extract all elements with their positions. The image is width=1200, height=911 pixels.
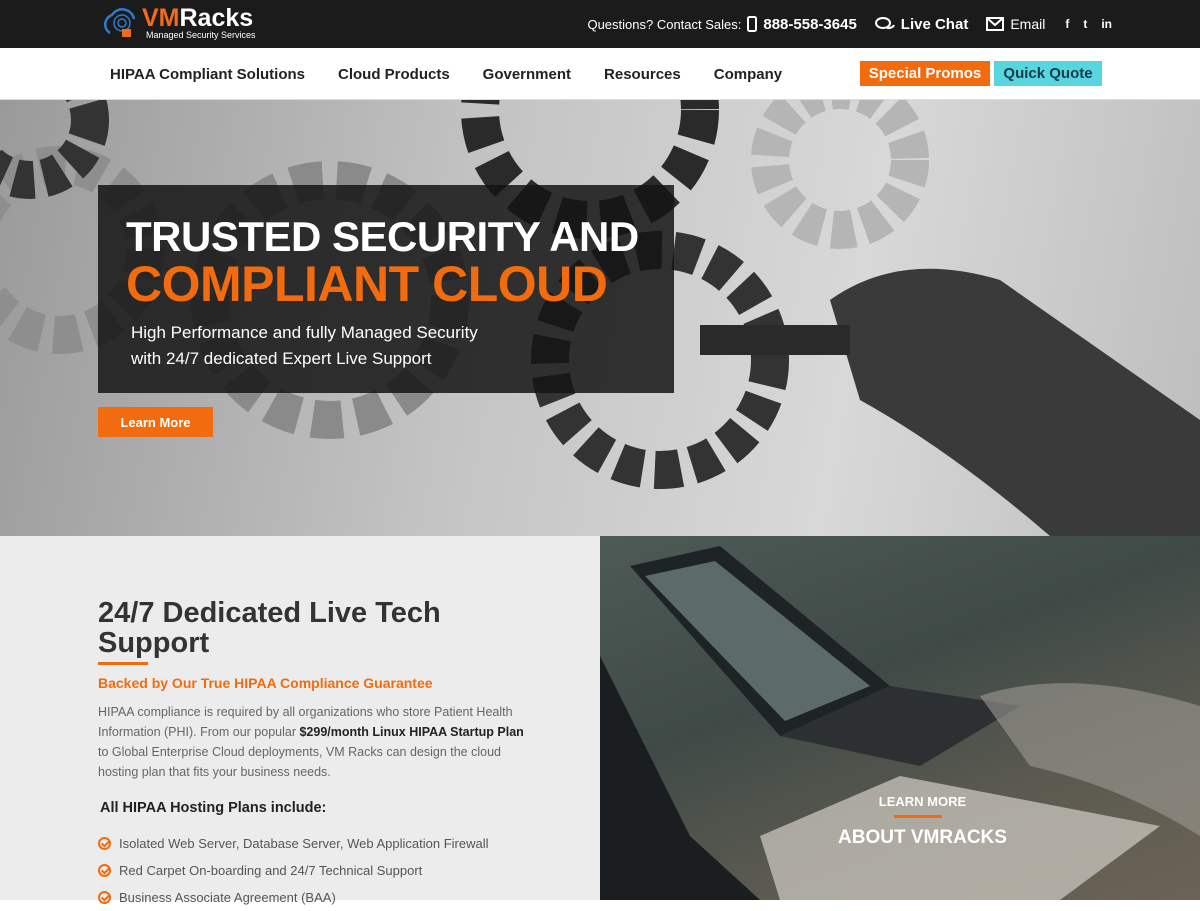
hero-text-box: TRUSTED SECURITY AND COMPLIANT CLOUD Hig… — [98, 185, 674, 393]
email-link[interactable]: Email — [1010, 16, 1045, 32]
facebook-icon[interactable]: f — [1065, 17, 1069, 31]
support-tagline: Backed by Our True HIPAA Compliance Guar… — [98, 675, 433, 691]
list-item-label: Red Carpet On-boarding and 24/7 Technica… — [119, 863, 423, 878]
linkedin-icon[interactable]: in — [1101, 17, 1112, 31]
hero-banner: TRUSTED SECURITY AND COMPLIANT CLOUD Hig… — [0, 100, 1200, 536]
fingerprint-cloud-icon — [103, 8, 136, 37]
includes-list: Isolated Web Server, Database Server, We… — [98, 830, 488, 911]
check-icon — [98, 837, 111, 850]
support-section: 24/7 Dedicated Live Tech Support Backed … — [0, 536, 600, 905]
learn-more-button[interactable]: Learn More — [98, 407, 213, 437]
para-bold: $299/month Linux HIPAA Startup Plan — [299, 725, 524, 739]
about-underline — [894, 815, 942, 818]
logo-racks: Racks — [179, 4, 254, 32]
about-panel[interactable]: LEARN MORE ABOUT VMRACKS — [600, 536, 1200, 900]
list-item: Isolated Web Server, Database Server, We… — [98, 830, 488, 857]
quick-quote-button[interactable]: Quick Quote — [994, 61, 1102, 86]
phone-link[interactable]: 888-558-3645 — [763, 16, 856, 33]
top-bar: VMRacks Managed Security Services Questio… — [0, 0, 1200, 48]
heading-underline — [98, 662, 148, 665]
nav-company[interactable]: Company — [714, 66, 782, 83]
hero-title-line1: TRUSTED SECURITY AND — [126, 213, 639, 260]
list-item: Business Associate Agreement (BAA) — [98, 884, 488, 911]
logo-vm: VM — [142, 4, 180, 32]
email-icon — [986, 17, 1005, 31]
support-heading: 24/7 Dedicated Live Tech Support — [98, 597, 441, 659]
about-vmracks[interactable]: ABOUT VMRACKS — [600, 827, 1200, 849]
contact-label: Questions? Contact Sales: — [587, 16, 742, 32]
twitter-icon[interactable]: t — [1083, 17, 1087, 31]
chat-icon — [874, 17, 895, 30]
hero-subtitle-line2: with 24/7 dedicated Expert Live Support — [131, 349, 432, 368]
nav-hipaa[interactable]: HIPAA Compliant Solutions — [110, 66, 305, 83]
nav-government[interactable]: Government — [483, 66, 571, 83]
about-learn-more[interactable]: LEARN MORE — [600, 794, 1200, 809]
phone-icon — [747, 16, 758, 32]
check-icon — [98, 891, 111, 904]
list-item: Red Carpet On-boarding and 24/7 Technica… — [98, 857, 488, 884]
check-icon — [98, 864, 111, 877]
hero-title-line2: COMPLIANT CLOUD — [126, 256, 608, 312]
logo-subtitle: Managed Security Services — [146, 30, 256, 40]
special-promos-button[interactable]: Special Promos — [860, 61, 990, 86]
list-item-label: Business Associate Agreement (BAA) — [119, 890, 336, 905]
logo[interactable]: VMRacks Managed Security Services — [102, 5, 256, 41]
list-item-label: Isolated Web Server, Database Server, We… — [119, 836, 489, 851]
hero-subtitle-line1: High Performance and fully Managed Secur… — [131, 323, 478, 342]
para-text: to Global Enterprise Cloud deployments, … — [98, 745, 501, 779]
nav-resources[interactable]: Resources — [604, 66, 681, 83]
nav-cloud-products[interactable]: Cloud Products — [338, 66, 450, 83]
live-chat-link[interactable]: Live Chat — [901, 16, 969, 33]
includes-title: All HIPAA Hosting Plans include: — [100, 800, 327, 816]
support-paragraph: HIPAA compliance is required by all orga… — [98, 702, 528, 782]
